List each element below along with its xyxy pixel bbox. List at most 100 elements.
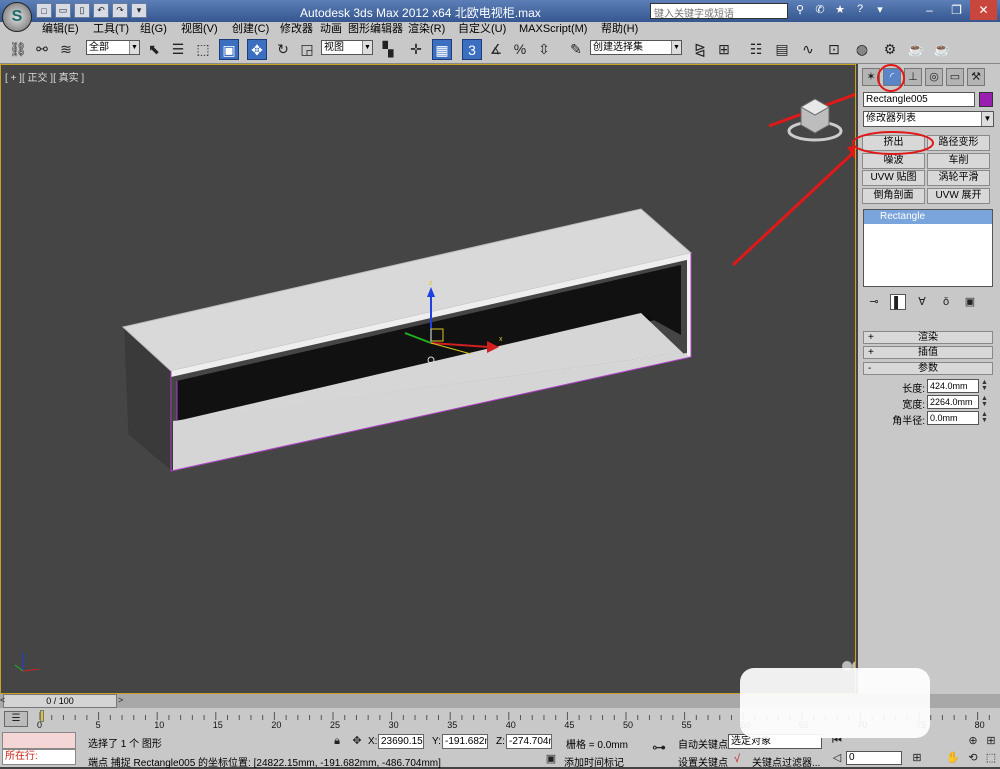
pivot-center-icon[interactable]: ▚ [378,39,398,60]
keyboard-shortcut-override-icon[interactable]: ▦ [432,39,452,60]
search-icon[interactable]: ⚲ [792,3,808,18]
unlink-icon[interactable]: ⚯ [32,39,52,60]
save-file-icon[interactable]: ▯ [74,3,90,18]
time-slider-thumb[interactable]: 0 / 100 [3,694,117,708]
render-setup-icon[interactable]: ⚙ [880,39,900,60]
display-tab-icon[interactable]: ▭ [946,68,964,86]
orbit-icon[interactable]: ⟲ [966,751,980,765]
select-by-name-icon[interactable]: ☰ [168,39,188,60]
menu-customize[interactable]: 自定义(U) [458,22,506,36]
turbosmooth-button[interactable]: 涡轮平滑 [927,170,990,186]
named-selection-dropdown[interactable]: 创建选择集 ▼ [590,40,682,55]
favorites-icon[interactable]: ★ [832,3,848,18]
time-config-icon[interactable]: ⊞ [910,751,924,765]
open-file-icon[interactable]: ▭ [55,3,71,18]
menu-modifiers[interactable]: 修改器 [280,22,313,36]
menu-views[interactable]: 视图(V) [181,22,218,36]
spinner-icon[interactable]: ▲ ▼ [981,411,989,424]
make-unique-icon[interactable]: ∀ [914,294,930,310]
curve-editor-icon[interactable]: ∿ [798,39,818,60]
utilities-tab-icon[interactable]: ⚒ [967,68,985,86]
close-button[interactable]: ✕ [970,0,997,20]
stack-item-rectangle[interactable]: Rectangle [864,210,992,224]
rendered-frame-icon[interactable]: ☕ [906,39,926,60]
menu-animation[interactable]: 动画 [320,22,342,36]
time-tag-icon[interactable]: ▣ [544,752,558,766]
new-file-icon[interactable]: □ [36,3,52,18]
menu-create[interactable]: 创建(C) [232,22,269,36]
modifier-stack[interactable]: Rectangle [863,209,993,287]
spinner-icon[interactable]: ▲ ▼ [981,379,989,392]
transform-mode-icon[interactable]: ✥ [350,734,364,748]
maxscript-listener[interactable] [2,732,76,749]
object-color-swatch[interactable] [979,92,993,107]
percent-snap-icon[interactable]: % [510,39,530,60]
schematic-view-icon[interactable]: ⊡ [824,39,844,60]
x-coordinate-field[interactable]: 23690.15m [378,734,424,749]
quick-access-dropdown-icon[interactable]: ▾ [131,3,147,18]
auto-key-button[interactable]: 自动关键点 [678,736,728,751]
selection-filter-dropdown[interactable]: 全部 ▼ [86,40,140,55]
undo-icon[interactable]: ↶ [93,3,109,18]
subscription-icon[interactable]: ✆ [812,3,828,18]
material-editor-icon[interactable]: ◍ [852,39,872,60]
perspective-viewport[interactable]: [ + ][ 正交 ][ 真实 ] z x [0,64,856,694]
menu-tools[interactable]: 工具(T) [93,22,129,36]
pin-stack-icon[interactable]: ⊸ [866,294,882,310]
rollout-rendering[interactable]: + 渲染 [863,331,993,344]
menu-graph-editors[interactable]: 图形编辑器 [348,22,403,36]
app-logo-button[interactable]: S [2,2,32,32]
spinner-icon[interactable]: ▲ ▼ [981,395,989,408]
rectangular-selection-icon[interactable]: ⬚ [193,39,213,60]
help-icon[interactable]: ? [852,3,868,18]
select-scale-icon[interactable]: ◲ [297,39,317,60]
snaps-toggle-icon[interactable]: 3 [462,39,482,60]
reference-coordinate-dropdown[interactable]: 视图 ▼ [321,40,373,55]
spinner-snap-icon[interactable]: ⇳ [534,39,554,60]
show-end-result-icon[interactable]: ▌ [890,294,906,310]
graphite-tools-icon[interactable]: ▤ [772,39,792,60]
current-frame-field[interactable]: 0 [846,751,902,765]
pan-icon[interactable]: ✋ [946,751,960,765]
select-manipulate-icon[interactable]: ✛ [406,39,426,60]
select-object-icon[interactable]: ⬉ [144,39,164,60]
edit-named-selection-icon[interactable]: ✎ [566,39,586,60]
current-frame-marker[interactable] [40,710,44,722]
rollout-parameters[interactable]: - 参数 [863,362,993,375]
menu-rendering[interactable]: 渲染(R) [408,22,445,36]
previous-frame-icon[interactable]: ◁ [830,751,844,765]
minimize-button[interactable]: – [916,0,943,20]
zoom-extents-icon[interactable]: ⊕ [966,734,980,748]
bind-space-warp-icon[interactable]: ≋ [56,39,76,60]
key-icon[interactable]: ⊶ [648,740,670,754]
window-crossing-icon[interactable]: ▣ [219,39,239,60]
maximize-button[interactable]: ❐ [943,0,970,20]
modifier-list-dropdown[interactable]: 修改器列表 ▼ [863,111,994,127]
object-name-field[interactable]: Rectangle005 [863,92,975,107]
mirror-icon[interactable]: ⧎ [690,39,710,60]
chevron-right-icon[interactable]: > [118,695,123,705]
chevron-left-icon[interactable]: < [0,695,5,705]
bevel-profile-button[interactable]: 倒角剖面 [862,188,925,204]
zoom-extents-all-icon[interactable]: ⊞ [984,734,998,748]
select-move-icon[interactable]: ✥ [247,39,267,60]
rollout-interpolation[interactable]: + 插值 [863,346,993,359]
track-bar-toggle-icon[interactable]: ☰ [4,711,28,727]
length-field[interactable]: 424.0mm [927,379,979,393]
key-filter-icon[interactable]: √ [730,752,744,766]
viewcube[interactable] [787,93,847,143]
maxscript-mini-listener[interactable]: 所在行: [2,749,76,765]
menu-group[interactable]: 组(G) [140,22,167,36]
maximize-viewport-icon[interactable]: ⬚ [984,751,998,765]
y-coordinate-field[interactable]: -191.682m [442,734,488,749]
select-rotate-icon[interactable]: ↻ [273,39,293,60]
corner-radius-field[interactable]: 0.0mm [927,411,979,425]
link-icon[interactable]: ⛓ [8,39,28,60]
align-icon[interactable]: ⊞ [714,39,734,60]
remove-modifier-icon[interactable]: ǒ [938,294,954,310]
z-coordinate-field[interactable]: -274.704m [506,734,552,749]
motion-tab-icon[interactable]: ◎ [925,68,943,86]
menu-maxscript[interactable]: MAXScript(M) [519,22,587,36]
uvw-map-button[interactable]: UVW 贴图 [862,170,925,186]
menu-edit[interactable]: 编辑(E) [42,22,79,36]
